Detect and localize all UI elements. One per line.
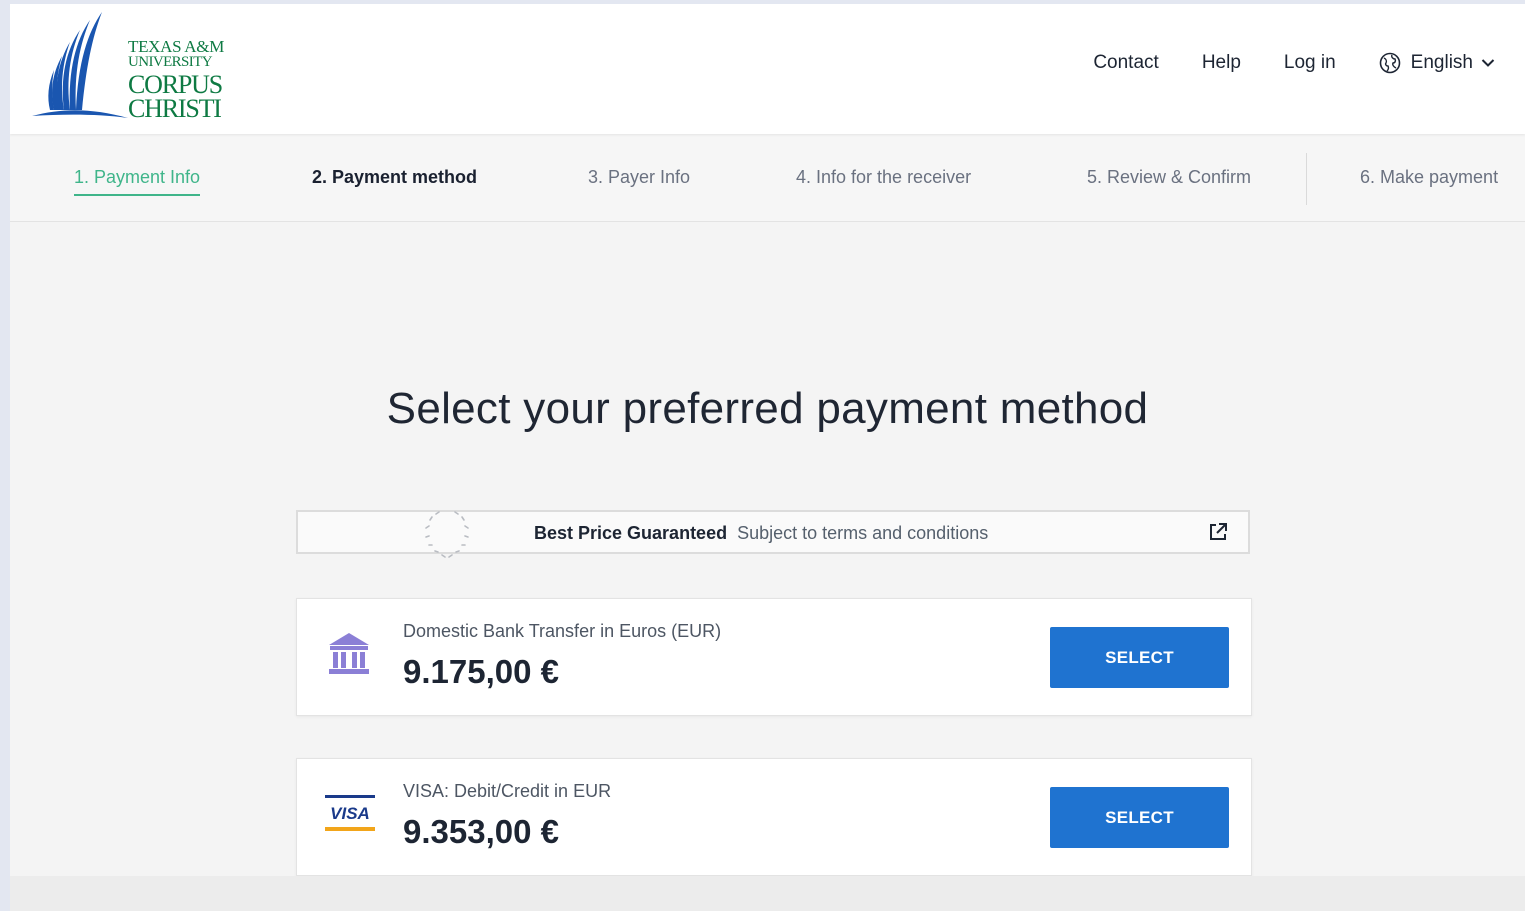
- logo-wing-icon: [32, 12, 128, 118]
- nav-contact-link[interactable]: Contact: [1093, 52, 1158, 74]
- university-logo[interactable]: TEXAS A&M UNIVERSITY CORPUS CHRISTI: [32, 12, 232, 124]
- payment-option-amount: 9.353,00 €: [403, 813, 559, 850]
- guarantee-title: Best Price Guaranteed: [534, 523, 728, 543]
- select-visa-button[interactable]: SELECT: [1050, 787, 1229, 848]
- progress-steps: 1. Payment Info 2. Payment method 3. Pay…: [10, 137, 1525, 222]
- payment-option-bank-transfer: Domestic Bank Transfer in Euros (EUR) 9.…: [296, 598, 1252, 716]
- payment-option-amount: 9.175,00 €: [403, 653, 559, 690]
- nav-login-link[interactable]: Log in: [1284, 52, 1336, 74]
- page-frame: TEXAS A&M UNIVERSITY CORPUS CHRISTI Cont…: [10, 4, 1525, 911]
- payment-option-label: Domestic Bank Transfer in Euros (EUR): [403, 621, 722, 641]
- language-selector[interactable]: English: [1379, 52, 1505, 74]
- language-label: English: [1410, 52, 1473, 73]
- steps-divider: [1306, 153, 1307, 205]
- guarantee-terms: Subject to terms and conditions: [737, 523, 989, 543]
- svg-text:VISA: VISA: [330, 804, 370, 823]
- site-header: TEXAS A&M UNIVERSITY CORPUS CHRISTI Cont…: [10, 4, 1525, 134]
- step-make-payment: 6. Make payment: [1360, 167, 1499, 187]
- payment-option-label: VISA: Debit/Credit in EUR: [403, 781, 612, 801]
- step-payment-info[interactable]: 1. Payment Info: [74, 167, 201, 196]
- laurel-wreath-icon: [425, 511, 469, 558]
- step-payment-method: 2. Payment method: [312, 167, 478, 187]
- logo-wordmark: TEXAS A&M UNIVERSITY CORPUS CHRISTI: [128, 38, 224, 122]
- logo-line-4: CHRISTI: [128, 94, 222, 123]
- external-link-icon[interactable]: [1208, 522, 1228, 542]
- chevron-down-icon: [1481, 59, 1495, 67]
- step-review-confirm: 5. Review & Confirm: [1087, 167, 1252, 187]
- logo-line-1: TEXAS A&M: [128, 37, 225, 56]
- bank-icon: [329, 633, 369, 674]
- nav-help-link[interactable]: Help: [1202, 52, 1241, 74]
- visa-icon: VISA: [325, 795, 375, 831]
- page-title: Select your preferred payment method: [386, 384, 1149, 433]
- globe-icon: [1379, 52, 1400, 74]
- select-bank-transfer-button[interactable]: SELECT: [1050, 627, 1229, 688]
- best-price-banner[interactable]: Best Price Guaranteed Subject to terms an…: [296, 510, 1250, 558]
- bottom-strip: [10, 876, 1525, 911]
- logo-line-2: UNIVERSITY: [128, 54, 213, 70]
- step-payer-info: 3. Payer Info: [588, 167, 691, 187]
- guarantee-text: Best Price Guaranteed Subject to terms an…: [534, 523, 988, 544]
- step-receiver-info: 4. Info for the receiver: [796, 167, 972, 187]
- payment-option-visa: VISA VISA: Debit/Credit in EUR 9.353,00 …: [296, 758, 1252, 876]
- top-nav: Contact Help Log in English: [1050, 52, 1505, 74]
